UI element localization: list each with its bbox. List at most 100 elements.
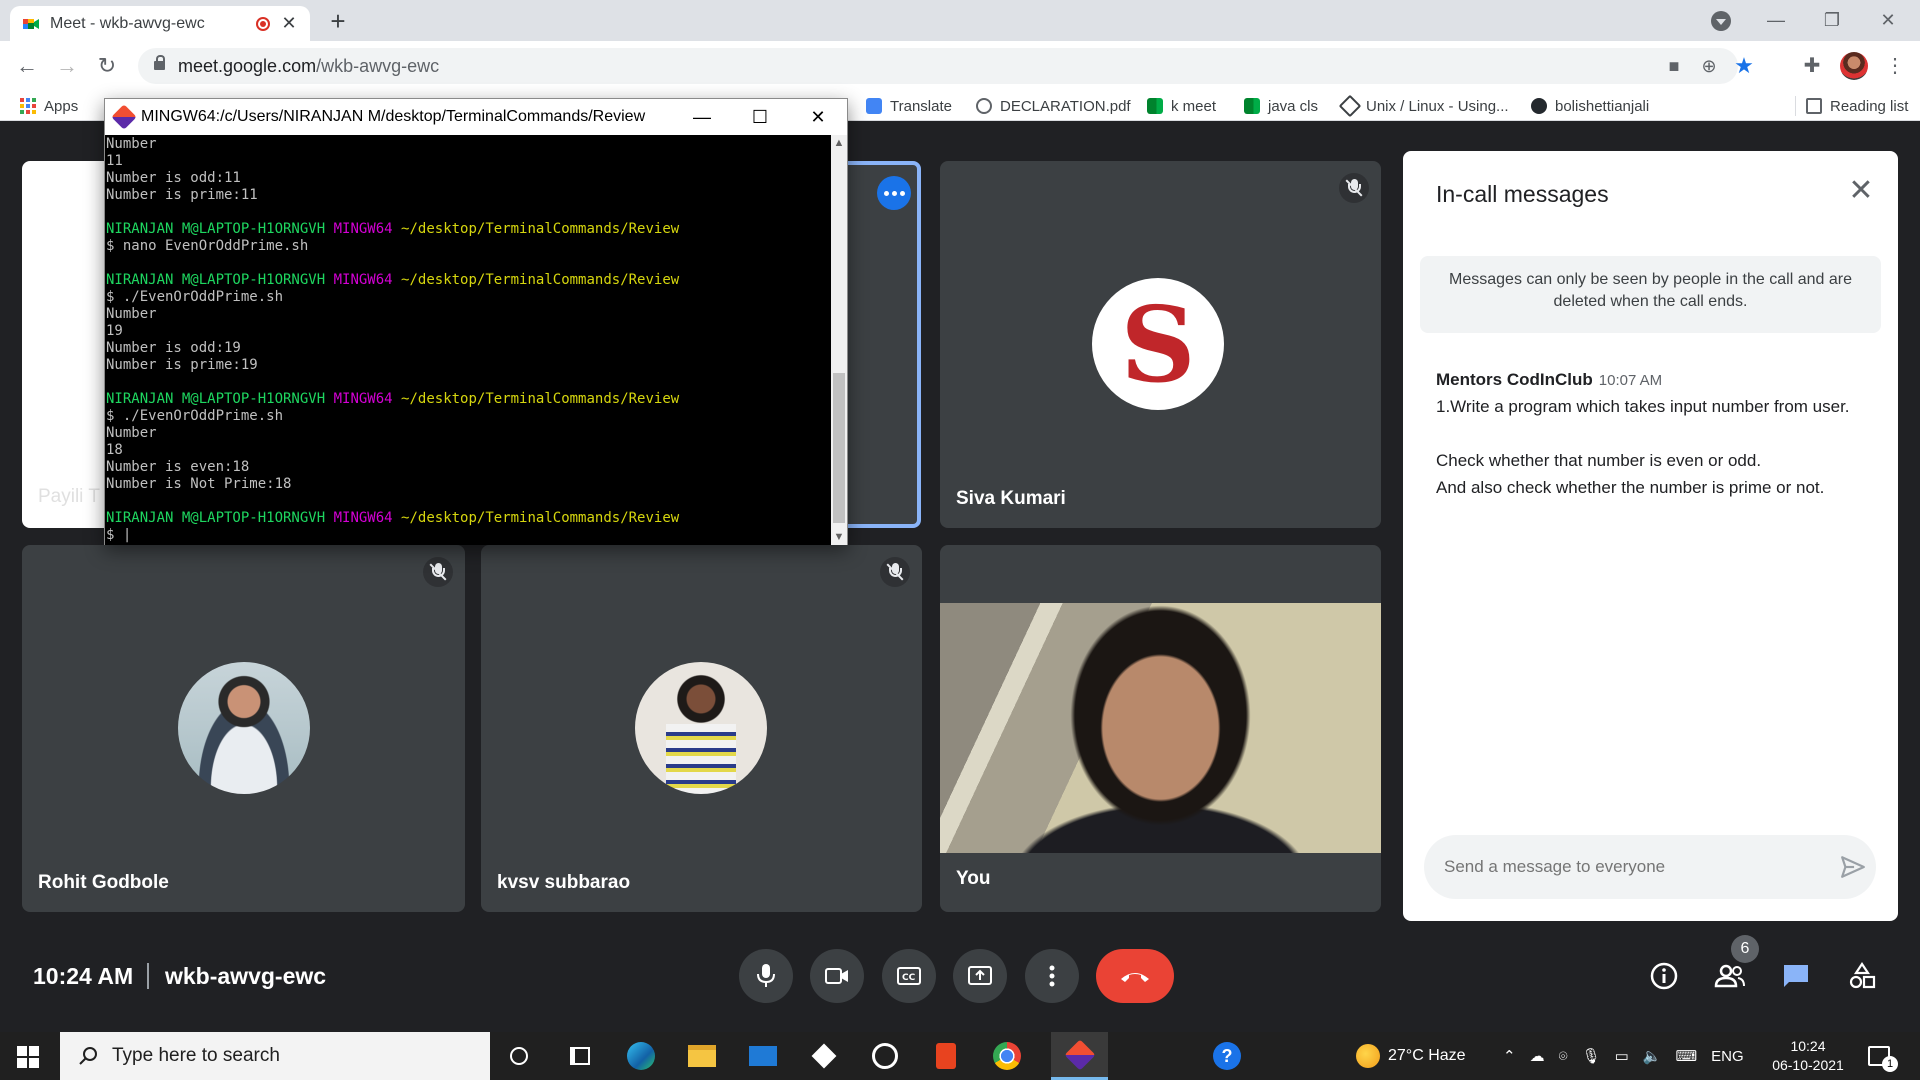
reload-icon[interactable]: ↻ xyxy=(91,50,123,82)
rohit-avatar xyxy=(178,662,310,794)
people-count-badge: 6 xyxy=(1731,935,1759,963)
taskbar-search-box[interactable]: Type here to search xyxy=(60,1032,490,1080)
muted-mic-icon xyxy=(423,557,453,587)
bookmark-label: Unix / Linux - Using... xyxy=(1366,97,1509,115)
bookmark-star-icon[interactable]: ★ xyxy=(1730,48,1758,84)
camera-in-use-icon[interactable]: ■ xyxy=(1660,48,1688,84)
participant-tile-you[interactable]: You xyxy=(940,545,1381,912)
terminal-output-line: Number is Not Prime:18 xyxy=(106,476,292,492)
prompt-path: ~/desktop/TerminalCommands/Review xyxy=(401,391,680,407)
back-arrow-icon[interactable]: ← xyxy=(11,50,43,82)
onedrive-icon[interactable]: ☁ xyxy=(1530,1047,1545,1065)
windows-start-icon[interactable] xyxy=(17,1046,39,1068)
git-bash-icon xyxy=(111,104,137,130)
git-bash-taskbar-icon[interactable] xyxy=(1051,1032,1108,1080)
tab-search-icon[interactable] xyxy=(1711,11,1731,31)
terminal-output[interactable]: Number 11 Number is odd:11 Number is prime:… xyxy=(105,135,831,545)
prompt-shell: MINGW64 xyxy=(333,391,393,407)
terminal-scrollbar[interactable]: ▲ ▼ xyxy=(831,135,847,545)
tray-chevron-icon[interactable]: ⌃ xyxy=(1503,1047,1516,1065)
notifications-icon[interactable]: 1 xyxy=(1868,1032,1906,1080)
chrome-icon[interactable] xyxy=(980,1032,1034,1080)
present-to-all-icon xyxy=(968,966,992,985)
bookmark-label: Apps xyxy=(44,97,79,115)
present-screen-button[interactable] xyxy=(953,949,1007,1003)
camera-button[interactable] xyxy=(810,949,864,1003)
minimize-window-button[interactable]: — xyxy=(1748,0,1804,41)
weather-text: 27°C Haze xyxy=(1388,1047,1466,1064)
in-call-messages-panel: In-call messages ✕ Messages can only be … xyxy=(1403,151,1898,921)
tab-close-icon[interactable]: ✕ xyxy=(280,13,298,34)
bookmark-translate[interactable]: Translate xyxy=(866,96,952,116)
profile-avatar[interactable] xyxy=(1840,52,1868,80)
terminal-title-bar[interactable]: MINGW64:/c/Users/NIRANJAN M/desktop/Term… xyxy=(105,99,847,135)
send-icon[interactable] xyxy=(1840,854,1866,880)
taskbar-clock[interactable]: 10:24 06-10-2021 xyxy=(1768,1032,1848,1080)
terminal-minimize-button[interactable]: — xyxy=(673,99,731,135)
terminal-output-line: Number xyxy=(106,136,157,152)
activities-icon[interactable] xyxy=(1842,956,1882,996)
participant-name: kvsv subbarao xyxy=(497,872,631,893)
close-panel-icon[interactable]: ✕ xyxy=(1846,176,1876,207)
leave-call-button[interactable] xyxy=(1096,949,1174,1003)
bookmark-unix-linux[interactable]: Unix / Linux - Using... xyxy=(1338,94,1509,118)
chat-message-input[interactable] xyxy=(1424,835,1876,899)
extensions-puzzle-icon[interactable]: ✚ xyxy=(1796,50,1828,82)
browser-tab-meet[interactable]: Meet - wkb-awvg-ewc ✕ xyxy=(10,6,310,41)
prompt-shell: MINGW64 xyxy=(333,272,393,288)
more-vert-icon xyxy=(1049,965,1055,987)
edge-icon[interactable] xyxy=(614,1032,668,1080)
address-bar[interactable]: meet.google.com/wkb-awvg-ewc ■ ⊕ ★ xyxy=(138,48,1754,84)
reading-list[interactable]: Reading list xyxy=(1795,96,1908,116)
globe-icon xyxy=(976,98,992,114)
sender-name: Mentors CodInClub xyxy=(1436,370,1593,389)
participant-tile-rohit[interactable]: Rohit Godbole xyxy=(22,545,465,912)
bookmark-java-cls[interactable]: java cls xyxy=(1244,96,1318,116)
bookmark-apps[interactable]: Apps xyxy=(20,96,78,116)
bookmark-declaration[interactable]: DECLARATION.pdf xyxy=(976,96,1131,116)
dropbox-icon[interactable] xyxy=(797,1032,851,1080)
bookmark-bolishettianjali[interactable]: bolishettianjali xyxy=(1531,96,1649,116)
microphone-tray-icon[interactable]: 🎙 xyxy=(1582,1047,1601,1065)
participant-tile-kvsv[interactable]: kvsv subbarao xyxy=(481,545,922,912)
bookmark-k-meet[interactable]: k meet xyxy=(1147,96,1216,116)
help-icon[interactable]: ? xyxy=(1200,1032,1254,1080)
zoom-icon[interactable]: ⊕ xyxy=(1695,48,1723,84)
restore-window-button[interactable]: ❐ xyxy=(1804,0,1860,41)
terminal-window[interactable]: MINGW64:/c/Users/NIRANJAN M/desktop/Term… xyxy=(104,98,848,545)
prompt-shell: MINGW64 xyxy=(333,221,393,237)
notification-count: 1 xyxy=(1882,1056,1898,1072)
prompt-path: ~/desktop/TerminalCommands/Review xyxy=(401,272,680,288)
mail-icon[interactable] xyxy=(736,1032,790,1080)
chrome-menu-icon[interactable]: ⋮ xyxy=(1879,50,1911,82)
file-explorer-icon[interactable] xyxy=(675,1032,729,1080)
chat-icon[interactable] xyxy=(1776,956,1816,996)
new-tab-button[interactable]: + xyxy=(322,6,354,38)
more-options-button[interactable] xyxy=(1025,949,1079,1003)
office-icon[interactable] xyxy=(919,1032,973,1080)
more-options-icon[interactable] xyxy=(877,176,911,210)
microphone-button[interactable] xyxy=(739,949,793,1003)
keyboard-icon[interactable]: ⌨ xyxy=(1676,1047,1698,1065)
weather-widget[interactable]: 27°C Haze xyxy=(1356,1032,1466,1080)
task-view-icon[interactable] xyxy=(553,1032,607,1080)
terminal-close-button[interactable]: ✕ xyxy=(789,99,847,135)
scroll-down-icon[interactable]: ▼ xyxy=(831,529,847,545)
scroll-up-icon[interactable]: ▲ xyxy=(831,135,847,151)
volume-icon[interactable]: 🔈 xyxy=(1643,1047,1662,1065)
clock-date: 06-10-2021 xyxy=(1772,1057,1844,1073)
battery-icon[interactable]: ▭ xyxy=(1615,1047,1629,1065)
language-indicator[interactable]: ENG xyxy=(1711,1048,1744,1065)
camera-tray-icon[interactable]: ⌾ xyxy=(1559,1048,1568,1065)
cortana-icon[interactable] xyxy=(492,1032,546,1080)
search-placeholder: Type here to search xyxy=(112,1045,280,1066)
terminal-output-line: $ | xyxy=(106,527,132,543)
scrollbar-thumb[interactable] xyxy=(833,373,845,523)
captions-button[interactable]: CC xyxy=(882,949,936,1003)
meeting-details-icon[interactable] xyxy=(1644,956,1684,996)
app-circle-icon[interactable] xyxy=(858,1032,912,1080)
terminal-maximize-button[interactable]: ☐ xyxy=(731,99,789,135)
forward-arrow-icon[interactable]: → xyxy=(51,50,83,82)
divider xyxy=(147,963,149,989)
close-window-button[interactable]: ✕ xyxy=(1860,0,1916,41)
